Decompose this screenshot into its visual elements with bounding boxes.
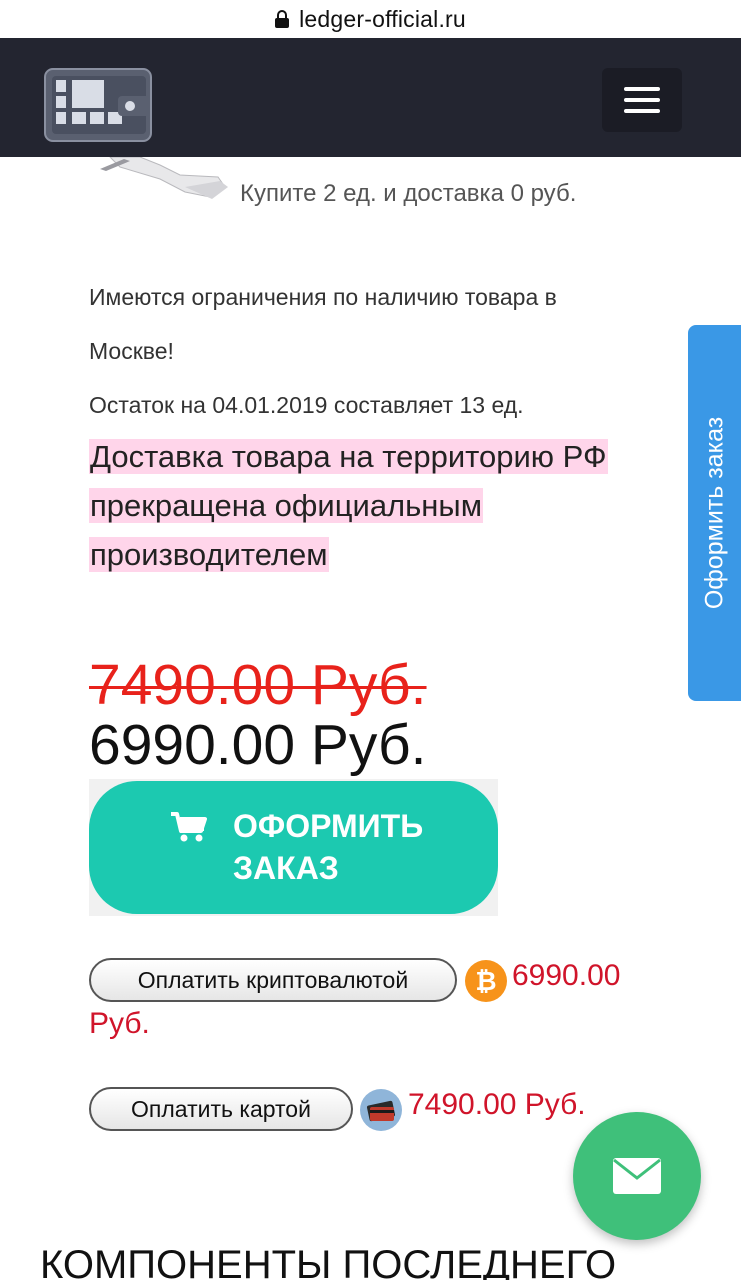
order-button[interactable]: ОФОРМИТЬ ЗАКАЗ (89, 781, 498, 914)
section-title: КОМПОНЕНТЫ ПОСЛЕДНЕГО (40, 1243, 617, 1280)
crypto-price-currency: Руб. (89, 1007, 150, 1040)
order-button-label: ОФОРМИТЬ ЗАКАЗ (233, 808, 424, 886)
pay-card-button[interactable]: Оплатить картой (89, 1087, 353, 1131)
hamburger-menu-icon[interactable] (602, 68, 682, 132)
delivery-warning: Доставка товара на территорию РФ прекращ… (89, 432, 649, 579)
availability-line-1: Имеются ограничения по наличию товара в (89, 284, 557, 310)
credit-card-icon (360, 1089, 402, 1131)
promo-text: Купите 2 ед. и доставка 0 руб. (240, 180, 577, 207)
pay-crypto-button[interactable]: Оплатить криптовалютой (89, 958, 457, 1002)
availability-line-2: Москве! (89, 338, 174, 364)
new-price: 6990.00 Руб. (89, 713, 427, 777)
wallet-logo-icon[interactable] (44, 68, 154, 142)
stock-text: Остаток на 04.01.2019 составляет 13 ед. (89, 392, 524, 418)
order-button-container: ОФОРМИТЬ ЗАКАЗ (89, 779, 498, 916)
envelope-icon (613, 1158, 661, 1194)
side-order-tab[interactable]: Оформить заказ (688, 325, 741, 701)
mail-button[interactable] (573, 1112, 701, 1240)
product-image (100, 156, 240, 202)
lock-icon (275, 10, 290, 28)
site-header (0, 38, 741, 157)
card-price: 7490.00 Руб. (408, 1088, 586, 1121)
crypto-price: 6990.00 (512, 959, 621, 992)
url-text[interactable]: ledger-official.ru (299, 6, 466, 33)
browser-url-bar[interactable]: ledger-official.ru (0, 0, 741, 38)
bitcoin-icon: ₿ (465, 960, 507, 1002)
delivery-warning-text: Доставка товара на территорию РФ прекращ… (89, 439, 608, 572)
side-order-tab-label: Оформить заказ (700, 416, 728, 610)
cart-icon (171, 811, 207, 843)
